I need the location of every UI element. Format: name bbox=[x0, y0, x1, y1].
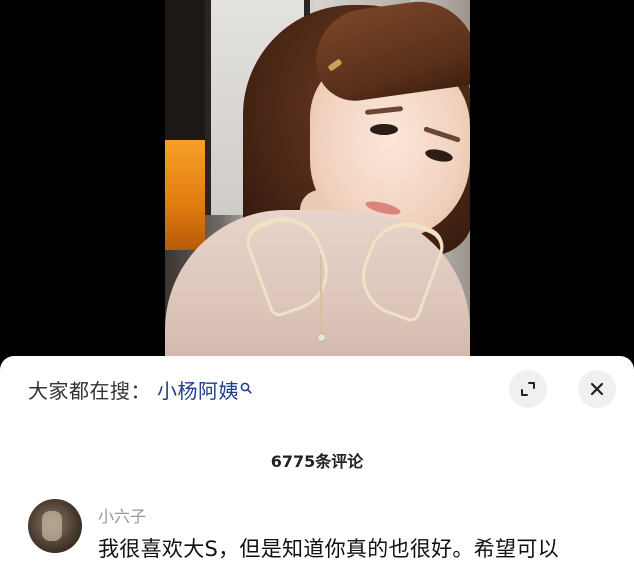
expand-button[interactable] bbox=[509, 370, 547, 408]
video-player[interactable] bbox=[0, 0, 634, 370]
search-suggestion-term[interactable]: 小杨阿姨 bbox=[157, 375, 239, 404]
comment-item[interactable]: 小六子 我很喜欢大S，但是知道你真的也很好。希望可以 bbox=[28, 499, 628, 568]
search-suggestion[interactable]: 大家都在搜： 小杨阿姨 bbox=[28, 372, 252, 406]
video-background-door bbox=[165, 0, 205, 140]
person-eye-left bbox=[370, 124, 398, 135]
comment-sheet: 大家都在搜： 小杨阿姨 6775条评论 小六子 我很喜欢大S，但是知道你真的也很… bbox=[0, 356, 634, 568]
necklace bbox=[320, 255, 322, 335]
search-suggestion-prefix: 大家都在搜： bbox=[28, 378, 151, 403]
close-button[interactable] bbox=[578, 370, 616, 408]
close-icon bbox=[590, 382, 604, 396]
comment-username[interactable]: 小六子 bbox=[98, 503, 146, 527]
comment-count: 6775条评论 bbox=[270, 452, 364, 471]
expand-icon bbox=[521, 382, 535, 396]
video-frame[interactable] bbox=[165, 0, 470, 370]
necklace-pendant bbox=[317, 333, 326, 342]
avatar[interactable] bbox=[28, 499, 82, 553]
screen: 大家都在搜： 小杨阿姨 6775条评论 小六子 我很喜欢大S，但是知道你真的也很… bbox=[0, 0, 634, 568]
search-icon[interactable] bbox=[240, 379, 252, 394]
video-background-lamp bbox=[165, 140, 205, 250]
avatar-figure bbox=[42, 511, 62, 541]
comment-text: 我很喜欢大S，但是知道你真的也很好。希望可以 bbox=[98, 537, 559, 561]
